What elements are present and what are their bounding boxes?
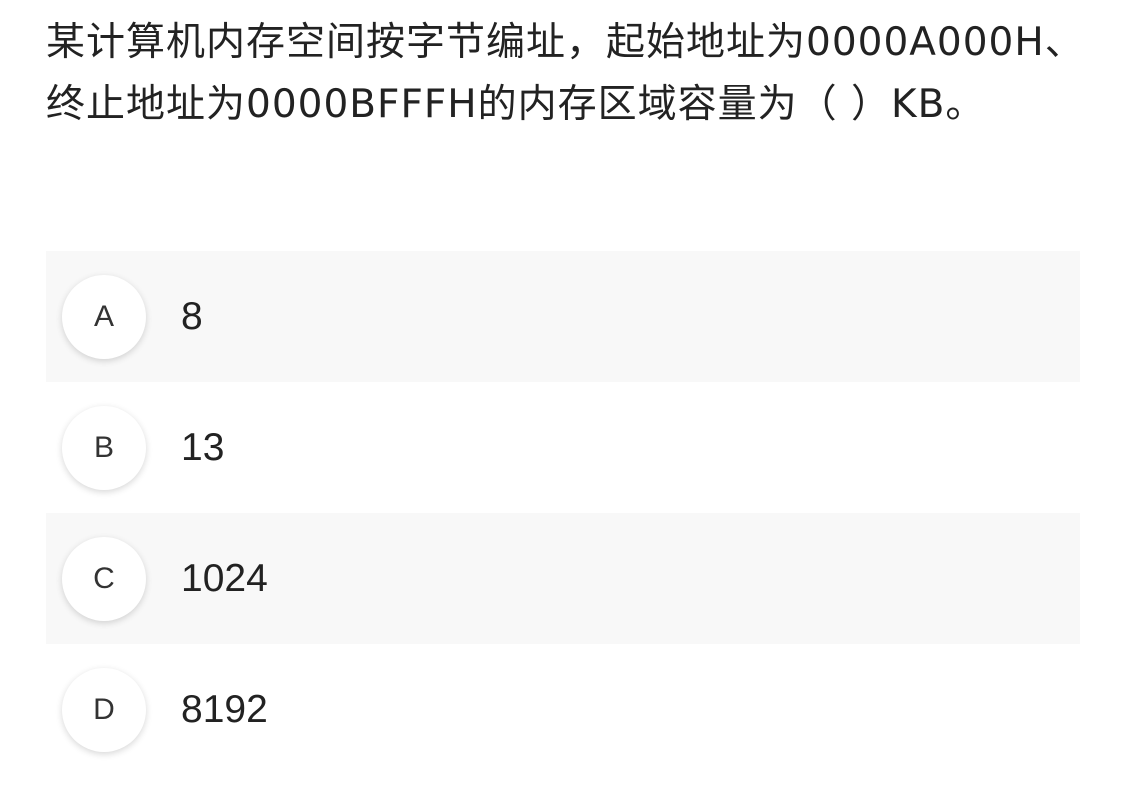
option-text: 8192: [181, 687, 268, 731]
question-text: 某计算机内存空间按字节编址，起始地址为0000A000H、终止地址为0000BF…: [46, 20, 1085, 127]
option-letter-badge: B: [62, 405, 146, 490]
option-text: 13: [181, 425, 225, 469]
option-text: 8: [181, 294, 203, 338]
options-list: A 8 B 13 C 1024 D 8192: [46, 251, 1080, 775]
option-c[interactable]: C 1024: [46, 513, 1080, 644]
option-b[interactable]: B 13: [46, 382, 1080, 513]
option-letter-badge: D: [62, 667, 146, 752]
option-d[interactable]: D 8192: [46, 644, 1080, 775]
option-a[interactable]: A 8: [46, 251, 1080, 382]
option-letter-badge: C: [62, 536, 146, 621]
option-letter-badge: A: [62, 274, 146, 359]
option-text: 1024: [181, 556, 268, 600]
